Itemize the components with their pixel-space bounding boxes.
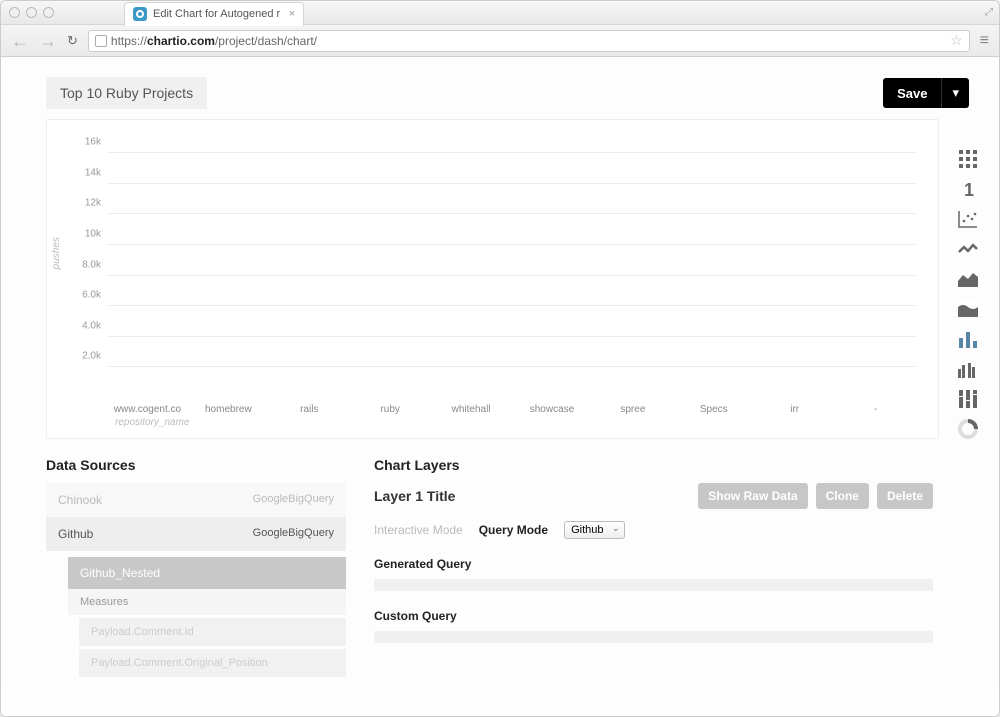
scatter-icon[interactable] [956,209,980,229]
layer-title[interactable]: Layer 1 Title [374,488,455,504]
bookmark-icon[interactable]: ☆ [950,32,963,49]
interactive-mode-toggle[interactable]: Interactive Mode [374,523,463,537]
browser-tab[interactable]: Edit Chart for Autogened r × [124,2,304,26]
traffic-lights [9,7,54,18]
window-titlebar: Edit Chart for Autogened r × ⤢ [1,1,999,25]
data-source-item[interactable]: ChinookGoogleBigQuery [46,483,346,517]
grouped-bar-icon[interactable] [956,359,980,379]
favicon-icon [133,7,147,21]
y-tick: 8.0k [82,259,107,270]
delete-button[interactable]: Delete [877,483,933,509]
browser-toolbar: ← → ↻ https://chartio.com/project/dash/c… [1,25,999,57]
menu-icon[interactable]: ≡ [980,32,989,50]
data-source-select[interactable]: Github ⌄ [564,521,624,539]
x-tick: www.cogent.co [107,398,188,415]
x-tick: spree [592,398,673,415]
close-icon[interactable]: × [289,8,295,20]
x-tick: homebrew [188,398,269,415]
y-tick: 6.0k [82,290,107,301]
y-tick: 14k [85,167,107,178]
measures-heading: Measures [68,589,346,615]
generated-query-area [374,579,933,591]
custom-query-area[interactable] [374,631,933,643]
chart-preview: pushes 2.0k 4.0k 6.0k 8.0k 10k 12k 14k 16k www.… [46,119,939,439]
y-tick: 10k [85,229,107,240]
show-raw-data-button[interactable]: Show Raw Data [698,483,807,509]
measure-item[interactable]: Payload.Comment.Id [79,618,346,646]
data-source-nested[interactable]: Github_Nested [68,557,346,589]
single-value-icon[interactable]: 1 [956,179,980,199]
area-icon[interactable] [956,269,980,289]
data-source-item[interactable]: GithubGoogleBigQuery [46,517,346,551]
x-tick: whitehall [431,398,512,415]
address-bar[interactable]: https://chartio.com/project/dash/chart/ … [88,30,970,52]
query-mode-toggle[interactable]: Query Mode [479,523,548,537]
measure-item[interactable]: Payload.Comment.Original_Position [79,649,346,677]
generated-query-heading: Generated Query [374,557,933,571]
x-tick: Specs [673,398,754,415]
x-tick: showcase [512,398,593,415]
page-icon [95,35,107,47]
svg-text:1: 1 [964,180,974,198]
table-icon[interactable] [956,149,980,169]
reload-icon[interactable]: ↻ [67,33,78,49]
url-text: https://chartio.com/project/dash/chart/ [111,34,317,48]
x-tick: - [835,398,916,415]
stacked-area-icon[interactable] [956,299,980,319]
x-axis-label: repository_name [115,417,926,428]
x-tick: irr [754,398,835,415]
clone-button[interactable]: Clone [816,483,869,509]
custom-query-heading: Custom Query [374,609,933,623]
back-icon[interactable]: ← [11,32,29,50]
y-tick: 12k [85,198,107,209]
y-tick: 2.0k [82,351,107,362]
save-button[interactable]: Save ▾ [883,78,969,108]
x-tick: ruby [350,398,431,415]
donut-icon[interactable] [956,419,980,439]
bar-icon[interactable] [956,329,980,349]
tab-title: Edit Chart for Autogened r [153,8,283,20]
stacked-bar-icon[interactable] [956,389,980,409]
forward-icon[interactable]: → [39,32,57,50]
line-icon[interactable] [956,239,980,259]
data-sources-heading: Data Sources [46,457,346,473]
chart-layers-heading: Chart Layers [374,457,933,473]
save-dropdown-icon[interactable]: ▾ [941,78,969,108]
y-tick: 16k [85,137,107,148]
y-tick: 4.0k [82,320,107,331]
y-axis-label: pushes [51,237,62,269]
x-tick: rails [269,398,350,415]
chart-title-input[interactable]: Top 10 Ruby Projects [46,77,207,109]
expand-icon[interactable]: ⤢ [985,7,991,18]
